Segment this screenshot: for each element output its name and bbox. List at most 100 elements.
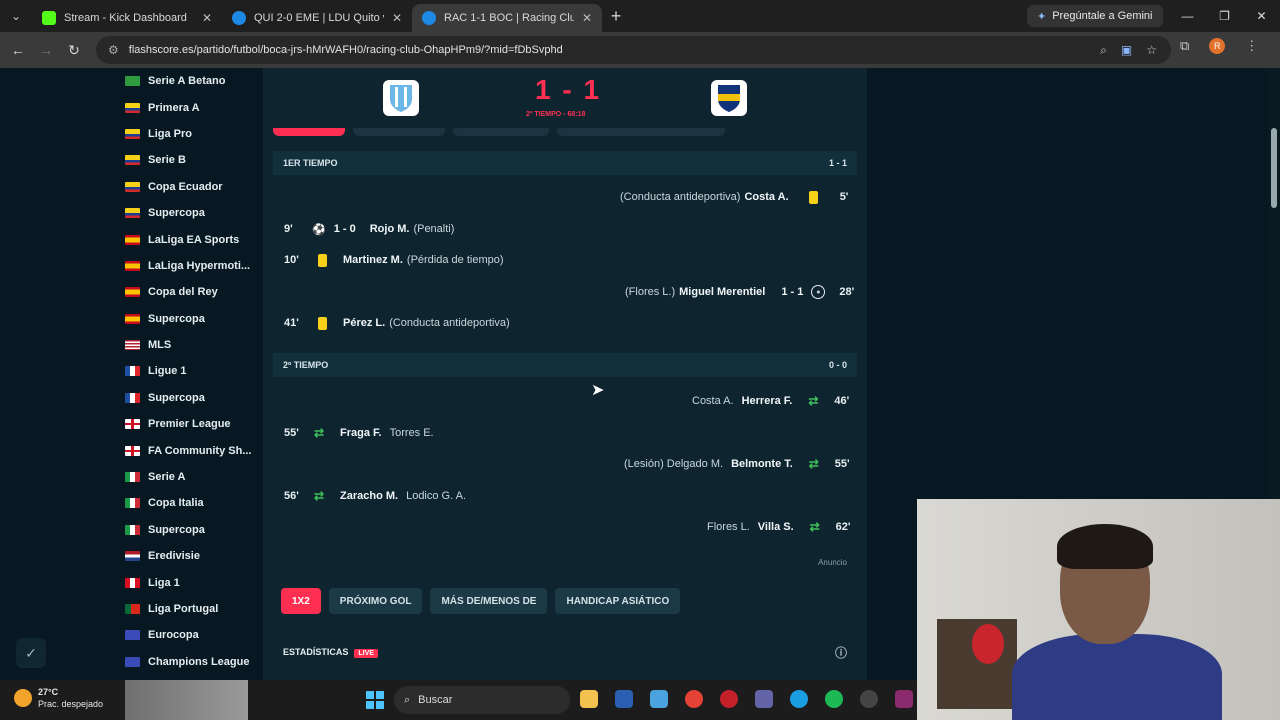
profile-avatar[interactable]: R	[1209, 38, 1226, 54]
tab-indicator[interactable]	[453, 128, 549, 136]
restore-button[interactable]: ❐	[1206, 0, 1243, 32]
gemini-button[interactable]: ✦ Pregúntale a Gemini	[1027, 5, 1163, 27]
sidebar-league-item[interactable]: Ligue 1	[115, 358, 263, 384]
sidebar-league-item[interactable]: Copa Italia	[115, 490, 263, 516]
sidebar-league-item[interactable]: Copa Ecuador	[115, 174, 263, 200]
close-icon[interactable]: ✕	[392, 11, 402, 25]
scrollbar-thumb[interactable]	[1271, 128, 1277, 208]
sidebar-league-item[interactable]: Liga Portugal	[115, 596, 263, 622]
windows-start-icon[interactable]	[366, 691, 384, 709]
event-row[interactable]: Flores L. Villa S. ⇄ 62'	[707, 517, 851, 537]
racing-club-crest[interactable]	[383, 80, 419, 116]
spotify-icon[interactable]	[825, 690, 843, 708]
flag-icon	[125, 287, 140, 298]
menu-kebab-icon[interactable]: ⋮	[1245, 38, 1258, 54]
tab-search-button[interactable]: ⌄	[0, 0, 32, 32]
event-player[interactable]: Rojo M.	[370, 223, 410, 235]
cast-icon[interactable]: ▣	[1121, 43, 1132, 57]
new-tab-button[interactable]: +	[602, 6, 630, 27]
close-window-button[interactable]: ✕	[1243, 0, 1280, 32]
goal-ball-icon: ●	[811, 285, 826, 299]
close-icon[interactable]: ✕	[582, 11, 592, 25]
event-row[interactable]: (Conducta antideportiva) Costa A. 5'	[620, 187, 848, 207]
sidebar-league-item[interactable]: LaLiga EA Sports	[115, 226, 263, 252]
event-player[interactable]: Belmonte T.	[731, 458, 793, 470]
sidebar-league-item[interactable]: Liga 1	[115, 569, 263, 595]
sidebar-league-label: Supercopa	[148, 207, 205, 220]
event-row[interactable]: 10' Martinez M. (Pérdida de tiempo)	[284, 250, 504, 270]
sidebar-league-item[interactable]: Liga Pro	[115, 121, 263, 147]
sidebar-league-label: LaLiga Hypermoti...	[148, 259, 251, 272]
sidebar-league-item[interactable]: MLS	[115, 332, 263, 358]
event-player[interactable]: Miguel Merentiel	[679, 286, 765, 298]
zoom-icon[interactable]: ⌕	[1100, 43, 1107, 58]
sidebar-league-item[interactable]: FA Community Sh...	[115, 437, 263, 463]
event-row[interactable]: 56' ⇄ Zaracho M. Lodico G. A.	[284, 486, 466, 506]
sidebar-league-item[interactable]: Eredivisie	[115, 543, 263, 569]
weather-widget[interactable]: 27°C Prac. despejado	[14, 686, 103, 710]
edge-icon[interactable]	[790, 690, 808, 708]
odds-tab-asian-handicap[interactable]: HANDICAP ASIÁTICO	[555, 588, 681, 614]
tab-ldu[interactable]: QUI 2-0 EME | LDU Quito vs Em ✕	[222, 4, 412, 32]
close-icon[interactable]: ✕	[202, 11, 212, 25]
weather-temp: 27°C	[38, 687, 59, 697]
event-player[interactable]: Villa S.	[758, 521, 794, 533]
sidebar-league-item[interactable]: Serie A Betano	[115, 68, 263, 94]
event-player[interactable]: Martinez M.	[343, 254, 403, 266]
reload-icon[interactable]: ↻	[60, 42, 88, 59]
weather-icon	[14, 689, 32, 707]
info-icon[interactable]: ⓘ	[835, 644, 847, 661]
event-player[interactable]: Costa A.	[744, 191, 788, 203]
sidebar-league-item[interactable]: Supercopa	[115, 385, 263, 411]
taskbar-search[interactable]: ⌕ Buscar	[394, 686, 570, 714]
event-row[interactable]: (Flores L.) Miguel Merentiel 1 - 1 ● 28'	[625, 282, 854, 302]
event-row[interactable]: 41' Pérez L. (Conducta antideportiva)	[284, 313, 510, 333]
event-row[interactable]: 9' ⚽ 1 - 0 Rojo M. (Penalti)	[284, 219, 454, 239]
tab-indicator[interactable]	[273, 128, 345, 136]
sidebar-league-item[interactable]: Supercopa	[115, 306, 263, 332]
site-info-icon[interactable]: ⚙	[108, 43, 119, 57]
sidebar-league-item[interactable]: Supercopa	[115, 517, 263, 543]
app-icon[interactable]	[720, 690, 738, 708]
teams-icon[interactable]	[755, 690, 773, 708]
tab-racing[interactable]: RAC 1-1 BOC | Racing Club vs B ✕	[412, 4, 602, 32]
odds-tab-over-under[interactable]: MÁS DE/MENOS DE	[430, 588, 548, 614]
forward-icon[interactable]: →	[32, 42, 60, 58]
odds-tab-1x2[interactable]: 1X2	[281, 588, 321, 614]
tab-indicator[interactable]	[353, 128, 445, 136]
word-icon[interactable]	[615, 690, 633, 708]
file-explorer-icon[interactable]	[580, 690, 598, 708]
tab-indicator[interactable]	[557, 128, 725, 136]
minimize-button[interactable]: —	[1169, 0, 1206, 32]
sidebar-league-item[interactable]: Supercopa	[115, 200, 263, 226]
sidebar-league-item[interactable]: LaLiga Hypermoti...	[115, 253, 263, 279]
notepad-icon[interactable]	[650, 690, 668, 708]
bookmark-star-icon[interactable]: ☆	[1146, 43, 1157, 57]
tab-kick[interactable]: Stream - Kick Dashboard ✕	[32, 4, 222, 32]
event-player[interactable]: Fraga F.	[340, 427, 382, 439]
flag-icon	[125, 498, 140, 509]
event-row[interactable]: (Lesión) Delgado M. Belmonte T. ⇄ 55'	[624, 454, 850, 474]
chrome-icon[interactable]	[685, 690, 703, 708]
event-player[interactable]: Zaracho M.	[340, 490, 398, 502]
back-icon[interactable]: ←	[4, 42, 32, 58]
event-player[interactable]: Pérez L.	[343, 317, 385, 329]
sidebar-league-item[interactable]: Champions League	[115, 649, 263, 675]
sidebar-league-label: Primera A	[148, 101, 200, 114]
sidebar-league-item[interactable]: Serie B	[115, 147, 263, 173]
shield-check-icon[interactable]: ✓	[16, 638, 46, 668]
event-row[interactable]: 55' ⇄ Fraga F. Torres E.	[284, 423, 434, 443]
odds-tab-next-goal[interactable]: PRÓXIMO GOL	[328, 588, 423, 614]
sidebar-league-item[interactable]: Copa del Rey	[115, 279, 263, 305]
sidebar-league-item[interactable]: Primera A	[115, 94, 263, 120]
sidebar-league-item[interactable]: Serie A	[115, 464, 263, 490]
event-row[interactable]: Costa A. Herrera F. ⇄ 46'	[692, 391, 849, 411]
event-player[interactable]: Herrera F.	[742, 395, 793, 407]
winrar-icon[interactable]	[895, 690, 913, 708]
obs-icon[interactable]	[860, 690, 878, 708]
boca-juniors-crest[interactable]	[711, 80, 747, 116]
sidebar-league-item[interactable]: Premier League	[115, 411, 263, 437]
extensions-icon[interactable]: ⧉	[1180, 38, 1189, 54]
sidebar-league-item[interactable]: Eurocopa	[115, 622, 263, 648]
address-bar[interactable]: ⚙ flashscore.es/partido/futbol/boca-jrs-…	[96, 36, 1171, 64]
